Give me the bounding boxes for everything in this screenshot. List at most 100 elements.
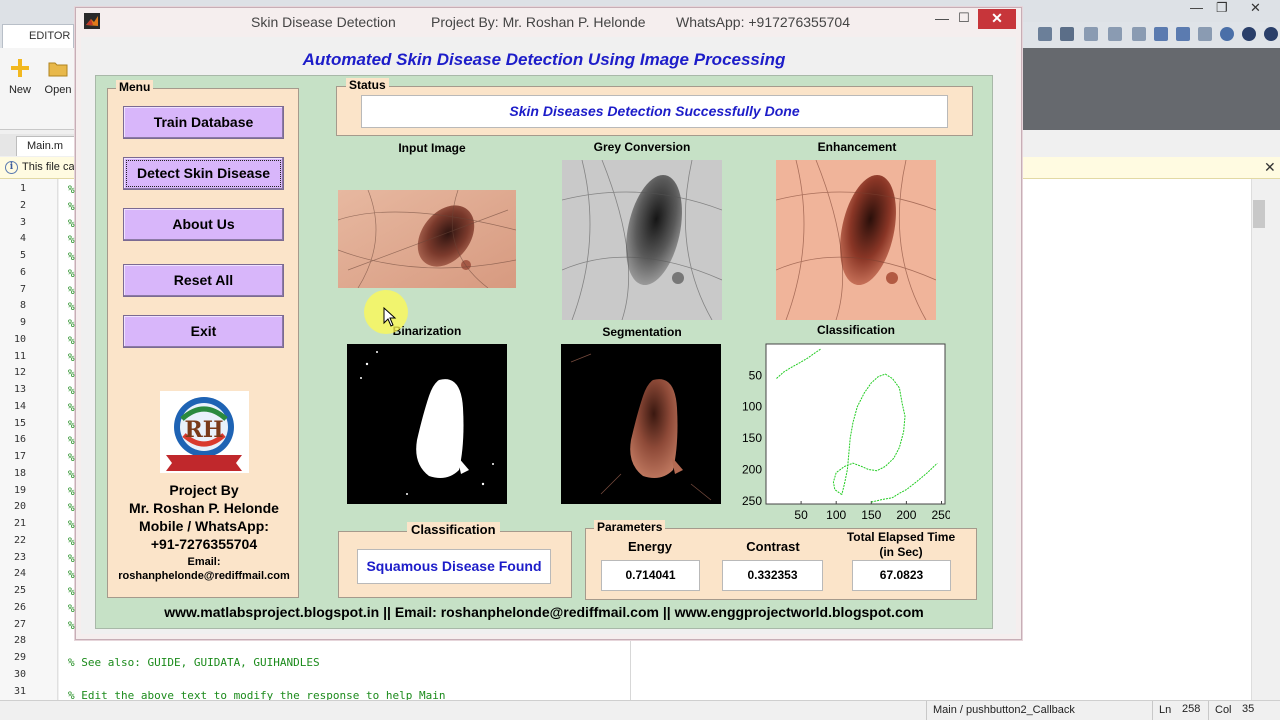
line-number: 26 [13, 601, 26, 613]
line-number: 27 [13, 618, 26, 630]
line-number: 6 [19, 266, 26, 278]
energy-label: Energy [627, 539, 673, 554]
about-us-button[interactable]: About Us [123, 208, 284, 241]
line-number: 15 [13, 417, 26, 429]
credit-line-1: Project By [169, 482, 239, 498]
mouse-pointer-icon [383, 307, 397, 327]
classification-plot-label: Classification [816, 323, 896, 337]
comment-marker: % [68, 451, 75, 464]
undo-icon[interactable] [1154, 27, 1168, 41]
comment-marker: % [68, 434, 75, 448]
y-tick-label: 150 [742, 431, 762, 445]
ide-restore-button[interactable]: ❐ [1216, 0, 1228, 16]
line-number: 11 [13, 350, 26, 362]
parameters-panel-title: Parameters [594, 520, 666, 534]
comment-marker: % [68, 350, 75, 364]
exit-button[interactable]: Exit [123, 315, 284, 348]
line-number: 7 [19, 283, 26, 295]
ide-ribbon: New Open [0, 48, 80, 130]
line-number: 24 [13, 568, 26, 580]
ide-status-bar: Main / pushbutton2_Callback Ln 258 Col 3… [0, 700, 1280, 720]
cut-icon[interactable] [1084, 27, 1098, 41]
classification-panel-title: Classification [407, 522, 500, 537]
line-number: 23 [13, 551, 26, 563]
line-number: 31 [13, 685, 26, 697]
status-function: Main / pushbutton2_Callback [926, 701, 1152, 720]
comment-marker: % [68, 266, 75, 280]
binarization-label: Binarization [392, 324, 462, 338]
line-number: 9 [19, 317, 26, 328]
status-col-value: 35 [1242, 703, 1255, 715]
reset-all-button[interactable]: Reset All [123, 264, 284, 297]
scrollbar-thumb[interactable] [1253, 200, 1265, 228]
contrast-value: 0.332353 [722, 560, 823, 591]
ide-close-button[interactable]: ✕ [1250, 0, 1261, 16]
window-whatsapp: WhatsApp: +917276355704 [676, 14, 850, 30]
line-number: 28 [13, 635, 26, 647]
comment-marker: % [68, 417, 75, 431]
line-number: 8 [19, 300, 26, 312]
line-number-gutter: 1 2 3 4 5 6 7 8 9 10 11 12 13 14 15 16 17 18 19 20 21 22 23 24 2… [0, 179, 58, 700]
save-icon[interactable] [1060, 27, 1074, 41]
layout-icon[interactable] [1038, 27, 1052, 41]
ide-window-controls: — ❐ ✕ [1186, 0, 1280, 20]
minimize-button[interactable]: — [932, 10, 952, 28]
x-tick-label: 250 [931, 508, 950, 522]
comment-marker: % [68, 400, 75, 414]
x-tick-label: 100 [826, 508, 846, 522]
line-number: 13 [13, 384, 26, 395]
maximize-button[interactable]: ☐ [954, 10, 974, 28]
line-number: 16 [13, 434, 26, 446]
y-tick-label: 250 [742, 494, 762, 508]
line-number: 17 [13, 451, 26, 462]
info-icon: i [5, 161, 18, 174]
x-tick-label: 150 [861, 508, 881, 522]
comment-marker: % [68, 484, 75, 498]
comment-marker: % [68, 283, 75, 297]
redo-icon[interactable] [1176, 27, 1190, 41]
x-tick-label: 50 [794, 508, 808, 522]
comment-marker: % [68, 384, 75, 397]
comment-marker: % [68, 618, 75, 632]
open-folder-icon [48, 62, 68, 77]
vertical-scrollbar[interactable] [1251, 179, 1267, 700]
tab-editor[interactable]: EDITOR [2, 24, 74, 48]
train-database-button[interactable]: Train Database [123, 106, 284, 139]
new-button[interactable]: New [2, 50, 38, 110]
matlab-logo-icon [84, 13, 100, 29]
ide-minimize-button[interactable]: — [1190, 0, 1203, 15]
line-number: 21 [13, 518, 26, 529]
community-icon[interactable] [1242, 27, 1256, 41]
tab-main-m[interactable]: Main.m [16, 136, 78, 156]
status-ln-label: Ln [1152, 701, 1182, 720]
line-number: 5 [19, 250, 26, 261]
ide-quick-toolbar [1022, 22, 1280, 48]
detect-skin-disease-button[interactable]: Detect Skin Disease [123, 157, 284, 190]
contrast-label: Contrast [746, 539, 800, 554]
ide-toolstrip-collapsed [1022, 48, 1280, 130]
comment-marker: % [68, 534, 75, 548]
status-col-label: Col [1208, 701, 1238, 720]
paste-icon[interactable] [1132, 27, 1146, 41]
switch-windows-icon[interactable] [1198, 27, 1212, 41]
chevron-down-icon[interactable] [1264, 27, 1278, 41]
open-button[interactable]: Open [40, 50, 76, 110]
page-title: Automated Skin Disease Detection Using I… [302, 50, 786, 69]
close-button[interactable]: ✕ [978, 9, 1016, 29]
new-button-label: New [8, 84, 31, 96]
elapsed-time-label: Total Elapsed Time [846, 530, 956, 544]
comment-marker: % [68, 317, 75, 330]
comment-marker: % [68, 601, 75, 615]
grey-conversion-label: Grey Conversion [593, 140, 691, 154]
input-image-label: Input Image [398, 141, 466, 155]
help-icon[interactable] [1220, 27, 1234, 41]
open-button-label: Open [44, 84, 72, 96]
footer-links: www.matlabsproject.blogspot.in || Email:… [164, 604, 924, 620]
credit-email: roshanphelonde@rediffmail.com [118, 570, 290, 582]
line-number: 2 [19, 199, 26, 211]
new-file-icon [11, 59, 29, 77]
classification-result: Squamous Disease Found [357, 549, 551, 584]
close-icon[interactable]: ✕ [1264, 159, 1276, 176]
credit-author: Mr. Roshan P. Helonde [129, 500, 279, 516]
copy-icon[interactable] [1108, 27, 1122, 41]
